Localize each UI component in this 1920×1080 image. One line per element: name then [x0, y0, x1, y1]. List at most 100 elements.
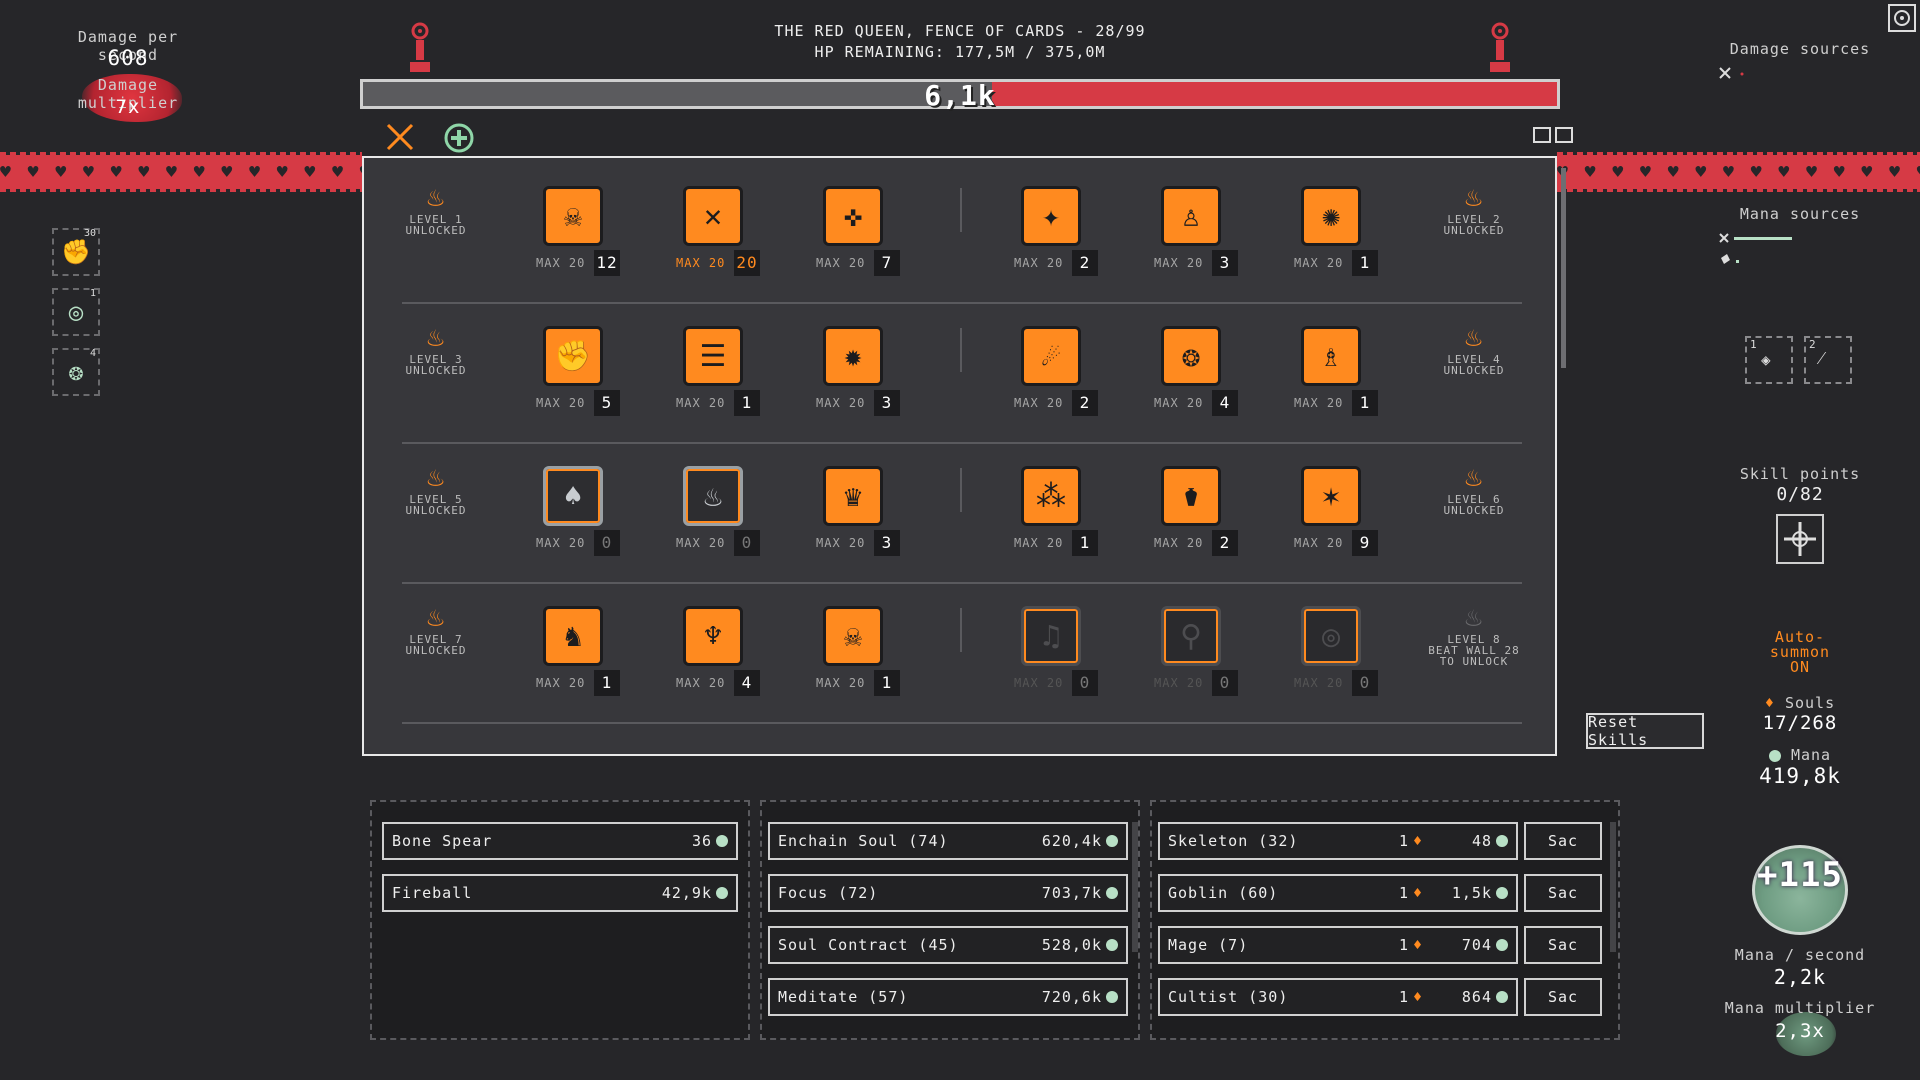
brain-icon: ❂ [1161, 326, 1221, 386]
skill-panel-scrollbar[interactable] [1561, 168, 1566, 368]
summon-row[interactable]: Skeleton (32) 1 ♦ 48 [1158, 822, 1518, 860]
summon-soul-cost: 1 [1398, 884, 1409, 902]
upgrade-row[interactable]: Soul Contract (45) 528,0k [768, 926, 1128, 964]
skill-node[interactable]: ✜ MAX 20 7 [816, 186, 924, 290]
skill-node[interactable]: ♗ MAX 20 1 [1294, 326, 1402, 430]
summon-mana-cost: 864 [1461, 988, 1492, 1006]
skill-node[interactable]: ♠ MAX 20 0 [536, 466, 644, 570]
skill-level-count: 2 [1072, 390, 1098, 416]
skill-level-count: 2 [1072, 250, 1098, 276]
sacrifice-button[interactable]: Sac [1524, 822, 1602, 860]
crossed-swords-icon[interactable] [385, 122, 415, 152]
skill-level-count: 3 [874, 530, 900, 556]
skill-node[interactable]: ☄ MAX 20 2 [1014, 326, 1122, 430]
flame-icon: ♨ [1465, 600, 1483, 633]
skill-node[interactable]: ☰ MAX 20 1 [676, 326, 784, 430]
souls-value: 17/268 [1762, 712, 1838, 734]
sacrifice-button[interactable]: Sac [1524, 874, 1602, 912]
fist-icon: ✊ [543, 326, 603, 386]
skill-node[interactable]: ✶ MAX 20 9 [1294, 466, 1402, 570]
souls-label: ♦ Souls [1740, 694, 1860, 712]
skill-node[interactable]: ✕ MAX 20 20 [676, 186, 784, 290]
upgrade-row[interactable]: Focus (72) 703,7k [768, 874, 1128, 912]
wall-gear-icon [1533, 127, 1573, 143]
sacrifice-button[interactable]: Sac [1524, 926, 1602, 964]
side-button-target[interactable]: ◎ 1 [52, 288, 100, 336]
skill-level-count: 7 [874, 250, 900, 276]
skill-tree-icon [1784, 522, 1816, 556]
auto-summon-toggle[interactable]: Auto- summon ON [1740, 630, 1860, 675]
upgrades-scrollbar[interactable] [1132, 822, 1138, 952]
upgrade-row[interactable]: Enchain Soul (74) 620,4k [768, 822, 1128, 860]
skill-tree-button[interactable] [1776, 514, 1824, 564]
spell-cost: 36 [691, 832, 712, 850]
skill-node[interactable]: ☠ MAX 20 12 [536, 186, 644, 290]
skill-node[interactable]: ⚱ MAX 20 2 [1154, 466, 1262, 570]
blood-drop-sword-icon: ♠ [543, 466, 603, 526]
skill-node[interactable]: ❂ MAX 20 4 [1154, 326, 1262, 430]
skill-level-count: 0 [1352, 670, 1378, 696]
skill-max-label: MAX 20 [676, 536, 726, 550]
spell-fireball[interactable]: Fireball 42,9k [382, 874, 738, 912]
skill-node[interactable]: ♛ MAX 20 3 [816, 466, 924, 570]
skill-level-count: 1 [734, 390, 760, 416]
reset-skills-button[interactable]: Reset Skills [1586, 713, 1704, 749]
mana-icon [1496, 835, 1508, 847]
slot-number: 2 [1809, 338, 1816, 351]
summons-scrollbar[interactable] [1610, 822, 1616, 952]
skill-node[interactable]: ♨ MAX 20 0 [676, 466, 784, 570]
settings-gear-icon[interactable] [1888, 4, 1916, 32]
skill-node[interactable]: ♫ MAX 20 0 [1014, 606, 1122, 710]
upgrade-row[interactable]: Meditate (57) 720,6k [768, 978, 1128, 1016]
flame-icon: ♨ [1465, 320, 1483, 353]
flame-icon: ♨ [1465, 460, 1483, 493]
level-text: UNLOCKED [405, 504, 467, 517]
spell-bone-spear[interactable]: Bone Spear 36 [382, 822, 738, 860]
summon-row[interactable]: Goblin (60) 1 ♦ 1,5k [1158, 874, 1518, 912]
skill-node[interactable]: ✹ MAX 20 3 [816, 326, 924, 430]
mana-orb-value: +115 [1757, 855, 1843, 895]
side-button-brain[interactable]: ❂ 4 [52, 348, 100, 396]
summon-row[interactable]: Mage (7) 1 ♦ 704 [1158, 926, 1518, 964]
mana-icon [1106, 939, 1118, 951]
level-text: UNLOCKED [1443, 224, 1505, 237]
flame-icon: ♨ [427, 320, 445, 353]
urns-icon: ⚱ [1161, 466, 1221, 526]
skill-node[interactable]: ◎ MAX 20 0 [1294, 606, 1402, 710]
heal-plus-icon[interactable] [442, 121, 476, 155]
skill-node[interactable]: ♙ MAX 20 3 [1154, 186, 1262, 290]
skill-node[interactable]: ✦ MAX 20 2 [1014, 186, 1122, 290]
skill-node[interactable]: ♞ MAX 20 1 [536, 606, 644, 710]
mana-icon [1496, 887, 1508, 899]
summon-row[interactable]: Cultist (30) 1 ♦ 864 [1158, 978, 1518, 1016]
skill-node[interactable]: ⚲ MAX 20 0 [1154, 606, 1262, 710]
slot-1[interactable]: 1 ◈ [1745, 336, 1793, 384]
summon-name: Cultist (30) [1168, 988, 1289, 1006]
skill-node[interactable]: ♆ MAX 20 4 [676, 606, 784, 710]
boss-hp-bar: 6,1k [360, 79, 1560, 112]
pawn-left-icon [410, 22, 430, 72]
sacrifice-button[interactable]: Sac [1524, 978, 1602, 1016]
skill-node[interactable]: ✊ MAX 20 5 [536, 326, 644, 430]
slot-2[interactable]: 2 ⁄ [1804, 336, 1852, 384]
wizard-icon: ♗ [1301, 326, 1361, 386]
damage-popup: 6,1k [924, 79, 996, 112]
soul-icon: ♦ [1412, 884, 1422, 902]
upgrades-panel: Enchain Soul (74) 620,4k Focus (72) 703,… [760, 800, 1140, 1040]
bone-pile-icon: ✶ [1301, 466, 1361, 526]
level-text: UNLOCKED [1443, 364, 1505, 377]
skill-level-count: 4 [734, 670, 760, 696]
skill-node[interactable]: ✺ MAX 20 1 [1294, 186, 1402, 290]
skill-max-label: MAX 20 [1294, 536, 1344, 550]
summon-mana-cost: 1,5k [1451, 884, 1492, 902]
side-button-fist[interactable]: ✊ 30 [52, 228, 100, 276]
mana-value: 419,8k [1759, 764, 1841, 788]
mana-icon [1106, 991, 1118, 1003]
hearts-wall-left: ♥ ♥ ♥ ♥ ♥ ♥ ♥ ♥ ♥ ♥ ♥ ♥ ♥ ♥ ♥ ♥ ♥ ♥ ♥ ♥ … [0, 152, 362, 192]
camel-icon: ♞ [543, 606, 603, 666]
skill-node[interactable]: ⁂ MAX 20 1 [1014, 466, 1122, 570]
skill-node[interactable]: ☠ MAX 20 1 [816, 606, 924, 710]
skill-level-count: 1 [1352, 390, 1378, 416]
mana-icon [1106, 887, 1118, 899]
comet-icon: ☄ [1021, 326, 1081, 386]
